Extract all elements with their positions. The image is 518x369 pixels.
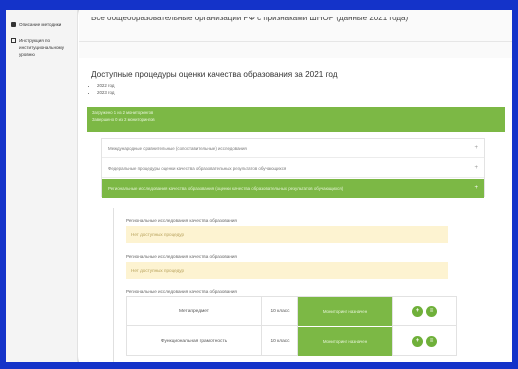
table-label: Региональные исследования качества образ… — [126, 289, 237, 294]
accordion-item-label: Международные сравнительные (сопоставите… — [108, 146, 247, 151]
regional-panel: Региональные исследования качества образ… — [113, 208, 497, 362]
app-window: Описание методики Инструкция по институц… — [6, 10, 512, 362]
status-alert: Загружено 1 из 2 мониторингов Завершено … — [87, 107, 505, 132]
expand-plus-icon[interactable]: + — [474, 185, 478, 191]
accordion-item-label: Федеральные процедуры оценки качества об… — [108, 166, 287, 171]
section-title: Доступные процедуры оценки качества обра… — [91, 70, 338, 79]
screenshot-frame: Описание методики Инструкция по институц… — [0, 0, 518, 369]
expand-plus-icon[interactable]: + — [474, 165, 478, 171]
sidebar-item-label: Описание методики — [19, 22, 62, 27]
accordion-item-regional[interactable]: Региональные исследования качества образ… — [102, 179, 484, 198]
group-label: Региональные исследования качества образ… — [126, 254, 237, 259]
add-button[interactable]: + — [412, 306, 423, 317]
sidebar-item-label: Инструкция по институциональному уровню — [19, 38, 65, 57]
group-label: Региональные исследования качества образ… — [126, 218, 237, 223]
main-content: Все общеобразовательные организации РФ с… — [79, 10, 512, 362]
table-row: Метапредмет 10 класс Мониторинг назначен… — [127, 297, 456, 326]
sidebar-item-methodology[interactable]: Описание методики — [11, 21, 61, 28]
add-button[interactable]: + — [412, 336, 423, 347]
year-link[interactable]: 2022 год — [97, 83, 114, 90]
menu-button[interactable]: ≡ — [426, 336, 437, 347]
accordion-item-international[interactable]: Международные сравнительные (сопоставите… — [102, 139, 484, 158]
grade-cell: 10 класс — [270, 339, 290, 344]
accordion-item-label: Региональные исследования качества образ… — [108, 186, 344, 191]
years-list: 2022 год 2023 год — [97, 83, 114, 96]
status-badge: Мониторинг назначен — [298, 327, 392, 356]
procedures-card: Доступные процедуры оценки качества обра… — [79, 58, 512, 362]
empty-notice: Нет доступных процедур — [126, 262, 448, 279]
book-icon — [11, 22, 16, 27]
sidebar-item-instruction[interactable]: Инструкция по институциональному уровню — [11, 37, 71, 58]
accordion-item-federal[interactable]: Федеральные процедуры оценки качества об… — [102, 159, 484, 178]
sidebar: Описание методики Инструкция по институц… — [6, 10, 78, 362]
empty-notice: Нет доступных процедур — [126, 226, 448, 243]
expand-plus-icon[interactable]: + — [474, 145, 478, 151]
page-title: Все общеобразовательные организации РФ с… — [91, 14, 409, 22]
subject-cell: Функциональная грамотность — [160, 339, 228, 344]
document-icon — [11, 38, 16, 43]
table-row: Функциональная грамотность 10 класс Мони… — [127, 327, 456, 356]
monitoring-table: Метапредмет 10 класс Мониторинг назначен… — [126, 296, 457, 356]
procedures-accordion: Международные сравнительные (сопоставите… — [101, 138, 485, 198]
menu-button[interactable]: ≡ — [426, 306, 437, 317]
status-badge: Мониторинг назначен — [298, 297, 392, 326]
status-line: Завершено 0 из 2 мониторингов — [92, 116, 155, 122]
year-link[interactable]: 2023 год — [97, 90, 114, 97]
subject-cell: Метапредмет — [179, 309, 209, 314]
grade-cell: 10 класс — [270, 309, 290, 314]
divider — [79, 41, 512, 42]
